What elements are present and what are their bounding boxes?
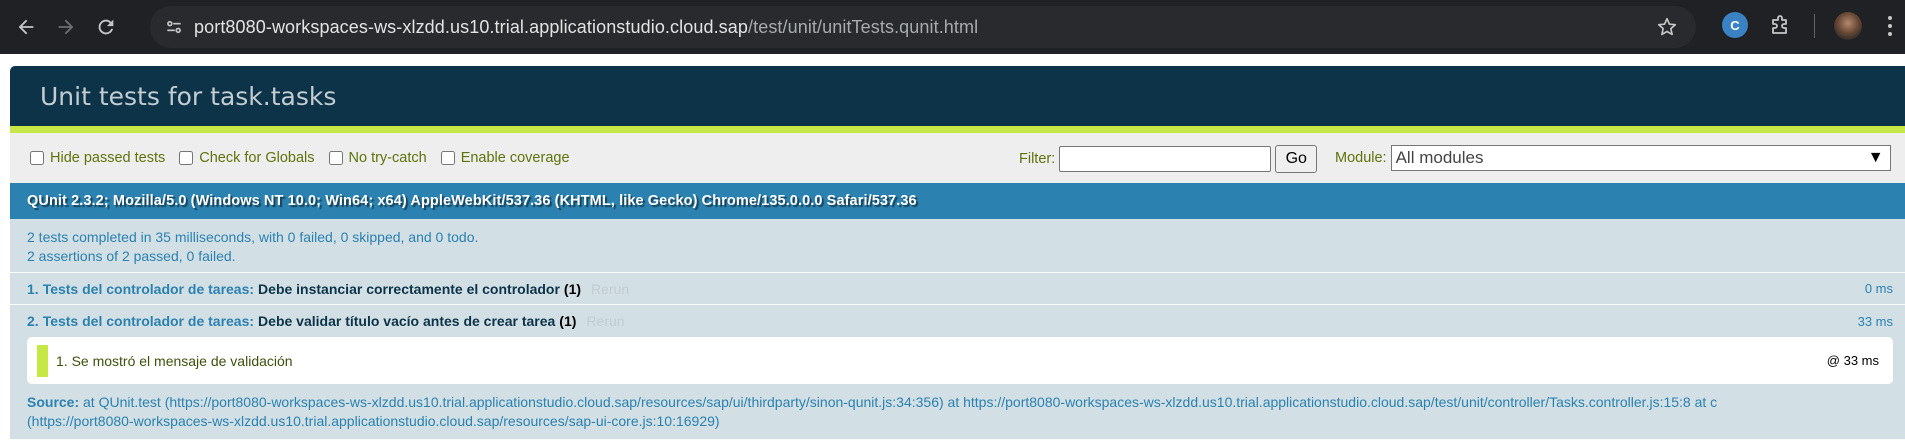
module-selected-value: All modules — [1395, 148, 1484, 167]
reload-icon — [98, 19, 114, 35]
pass-marker — [37, 344, 48, 377]
back-button[interactable] — [6, 7, 46, 47]
dropdown-arrow-icon: ▼ — [1867, 149, 1884, 166]
check-globals-checkbox[interactable] — [179, 151, 194, 165]
extensions-puzzle-icon[interactable] — [1766, 12, 1794, 40]
filter-label: Filter: — [1019, 151, 1056, 167]
rerun-link[interactable]: Rerun — [586, 313, 624, 329]
summary-line-2: 2 assertions of 2 passed, 0 failed. — [27, 248, 236, 264]
test-item[interactable]: 1. Tests del controlador de tareas: Debe… — [10, 273, 1905, 305]
hide-passed-label: Hide passed tests — [50, 150, 166, 166]
source-label: Source: — [27, 394, 80, 410]
source-trace: Source: at QUnit.test (https://port8080-… — [27, 384, 1905, 439]
source-text-line-2: (https://port8080-workspaces-ws-xlzdd.us… — [27, 413, 720, 429]
no-try-catch-label: No try-catch — [348, 150, 427, 166]
filter-input[interactable] — [1059, 146, 1272, 172]
arrow-right-icon — [58, 19, 74, 35]
test-duration: 0 ms — [1864, 281, 1893, 296]
extension-c-icon[interactable]: C — [1722, 12, 1748, 38]
no-try-catch-option[interactable]: No try-catch — [328, 150, 427, 166]
go-button[interactable]: Go — [1275, 145, 1318, 173]
source-text: at QUnit.test (https://port8080-workspac… — [79, 394, 1718, 410]
address-bar[interactable]: port8080-workspaces-ws-xlzdd.us10.trial.… — [150, 6, 1696, 48]
check-globals-option[interactable]: Check for Globals — [179, 150, 315, 166]
assertion-count: (1) — [559, 313, 577, 329]
reload-button[interactable] — [86, 7, 126, 47]
test-number: 1. — [27, 280, 39, 297]
qunit-report: Unit tests for task.tasks Hide passed te… — [10, 66, 1905, 439]
forward-button[interactable] — [46, 7, 86, 47]
assertion-text: 1. Se mostró el mensaje de validación — [56, 352, 293, 369]
qunit-toolbar: Hide passed tests Check for Globals No t… — [10, 133, 1905, 183]
test-module-name: Tests del controlador de tareas: — [42, 313, 255, 329]
enable-coverage-label: Enable coverage — [460, 150, 570, 166]
module-label: Module: — [1335, 150, 1387, 166]
assertion-duration: @ 33 ms — [1826, 353, 1879, 368]
hide-passed-checkbox[interactable] — [30, 151, 44, 165]
enable-coverage-option[interactable]: Enable coverage — [440, 150, 570, 166]
summary-line-1: 2 tests completed in 35 milliseconds, wi… — [27, 229, 479, 245]
page-title-bar: Unit tests for task.tasks — [10, 66, 1905, 126]
test-module-name: Tests del controlador de tareas: — [42, 280, 255, 297]
bookmark-star-icon[interactable] — [1656, 16, 1678, 43]
url-text: port8080-workspaces-ws-xlzdd.us10.trial.… — [194, 17, 978, 38]
test-header[interactable]: 2. Tests del controlador de tareas: Debe… — [27, 305, 1905, 337]
assertion-item: 1. Se mostró el mensaje de validación @ … — [27, 337, 1893, 384]
test-name: Debe validar título vacío antes de crear… — [258, 313, 556, 329]
no-try-catch-checkbox[interactable] — [328, 151, 343, 165]
page-title[interactable]: Unit tests for task.tasks — [40, 82, 336, 111]
rerun-link[interactable]: Rerun — [591, 281, 629, 297]
browser-toolbar: port8080-workspaces-ws-xlzdd.us10.trial.… — [0, 0, 1905, 54]
test-summary: 2 tests completed in 35 milliseconds, wi… — [10, 219, 1905, 273]
enable-coverage-checkbox[interactable] — [440, 151, 455, 165]
assertion-count: (1) — [563, 280, 582, 297]
status-banner — [10, 126, 1905, 133]
test-duration: 33 ms — [1857, 313, 1893, 329]
test-number: 2. — [27, 313, 39, 329]
site-info-icon[interactable] — [154, 17, 194, 37]
url-host: port8080-workspaces-ws-xlzdd.us10.trial.… — [194, 16, 748, 37]
url-path: /test/unit/unitTests.qunit.html — [748, 16, 979, 37]
arrow-left-icon — [18, 19, 34, 35]
test-name: Debe instanciar correctamente el control… — [258, 280, 560, 297]
hide-passed-option[interactable]: Hide passed tests — [30, 150, 165, 166]
test-item-expanded[interactable]: 2. Tests del controlador de tareas: Debe… — [10, 305, 1905, 439]
module-select[interactable]: All modules ▼ — [1390, 145, 1891, 171]
filter-group: Filter: Go — [1019, 145, 1318, 173]
profile-avatar[interactable] — [1834, 12, 1862, 40]
user-agent-bar: QUnit 2.3.2; Mozilla/5.0 (Windows NT 10.… — [10, 183, 1905, 219]
more-menu-icon[interactable] — [1880, 14, 1900, 38]
check-globals-label: Check for Globals — [199, 150, 315, 166]
module-group: Module: All modules ▼ — [1335, 145, 1891, 171]
toolbar-divider — [1814, 14, 1815, 38]
